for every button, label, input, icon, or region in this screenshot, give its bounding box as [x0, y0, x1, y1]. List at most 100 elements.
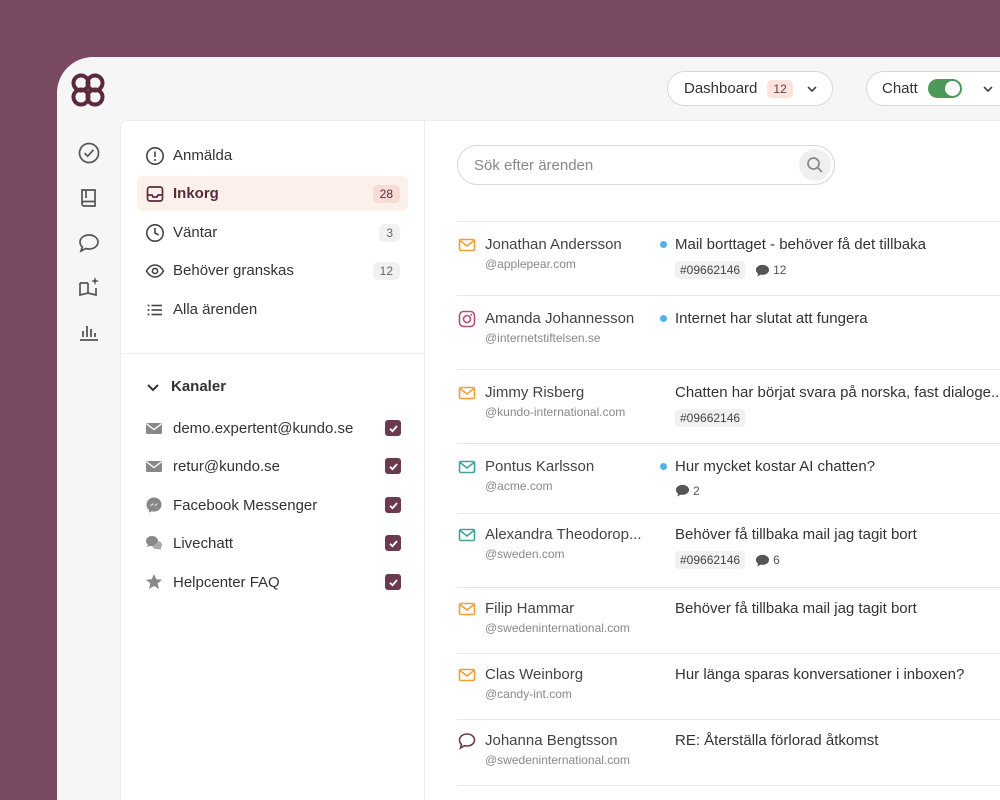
- channel-item[interactable]: Livechatt: [145, 529, 401, 557]
- ticket-tag: #09662146: [675, 551, 746, 569]
- ticket-customer-email: @applepear.com: [485, 257, 576, 271]
- ticket-customer-name: Clas Weinborg: [485, 666, 584, 683]
- ticket-meta: #09662146: [675, 409, 755, 427]
- divider: [121, 353, 424, 354]
- nav-item-label: Väntar: [173, 224, 218, 241]
- nav-item-label: Behöver granskas: [173, 262, 294, 279]
- ticket-row[interactable]: Amanda Johannesson @internetstiftelsen.s…: [457, 295, 1000, 369]
- nav-item-inkorg[interactable]: Inkorg 28: [137, 176, 408, 211]
- channel-label: Helpcenter FAQ: [173, 573, 280, 591]
- nav-count-badge: 12: [372, 261, 400, 280]
- channel-item[interactable]: Helpcenter FAQ: [145, 568, 401, 596]
- ticket-row[interactable]: Jonathan Andersson @applepear.com Mail b…: [457, 221, 1000, 295]
- ticket-customer-email: @acme.com: [485, 479, 553, 493]
- ticket-row[interactable]: [457, 785, 1000, 800]
- nav-count-badge: 28: [372, 184, 400, 203]
- book-icon[interactable]: [77, 186, 101, 210]
- ticket-customer-email: @swedeninternational.com: [485, 753, 630, 767]
- nav-count-badge: 3: [379, 223, 400, 242]
- ticket-customer-name: Jimmy Risberg: [485, 384, 585, 401]
- dashboard-dropdown[interactable]: Dashboard 12: [667, 71, 833, 106]
- ticket-row[interactable]: Alexandra Theodorop... @sweden.com Behöv…: [457, 513, 1000, 587]
- check-circle-icon[interactable]: [77, 141, 101, 165]
- mail-icon: [458, 668, 476, 682]
- search-input[interactable]: [474, 156, 774, 174]
- channel-checkbox[interactable]: [385, 497, 401, 513]
- message-count-value: 2: [693, 483, 700, 498]
- chevron-down-icon: [147, 383, 159, 391]
- ticket-customer-name: Alexandra Theodorop...: [485, 526, 642, 543]
- ticket-row[interactable]: Jimmy Risberg @kundo-international.com C…: [457, 369, 1000, 443]
- mail-icon: [458, 238, 476, 252]
- mail-teal-icon: [458, 528, 476, 542]
- chat-toggle[interactable]: [927, 79, 962, 98]
- ticket-subject: Mail borttaget - behöver få det tillbaka: [675, 236, 926, 253]
- inbox-icon: [146, 185, 164, 202]
- ticket-row[interactable]: Pontus Karlsson @acme.com Hur mycket kos…: [457, 443, 1000, 513]
- chat-bubble-icon: [458, 733, 476, 750]
- chat-bubble-icon[interactable]: [77, 231, 101, 255]
- star-icon: [146, 574, 162, 589]
- ticket-subject: Internet har slutat att fungera: [675, 310, 868, 327]
- message-count-value: 12: [773, 263, 787, 277]
- message-count: 2: [675, 483, 700, 498]
- envelope-icon: [146, 461, 162, 472]
- ticket-meta: #09662146 6: [675, 551, 780, 569]
- comment-icon: [756, 554, 770, 567]
- unread-indicator: [660, 463, 667, 470]
- ticket-meta: #09662146 12: [675, 261, 786, 279]
- chevron-down-icon: [983, 85, 993, 92]
- channel-item[interactable]: demo.expertent@kundo.se: [145, 414, 401, 442]
- channel-item[interactable]: Facebook Messenger: [145, 491, 401, 519]
- channel-item[interactable]: retur@kundo.se: [145, 452, 401, 480]
- ticket-tag: #09662146: [675, 261, 746, 279]
- ticket-customer-email: @kundo-international.com: [485, 405, 626, 419]
- channel-checkbox[interactable]: [385, 535, 401, 551]
- ticket-row[interactable]: Clas Weinborg @candy-int.com Hur länga s…: [457, 653, 1000, 719]
- topbar: Dashboard 12 Chatt: [57, 57, 1000, 121]
- channel-checkbox[interactable]: [385, 458, 401, 474]
- comment-icon: [675, 484, 690, 497]
- messenger-icon: [146, 497, 162, 513]
- alert-circle-icon: [146, 146, 164, 165]
- message-count: 6: [755, 553, 780, 568]
- ticket-subject: Behöver få tillbaka mail jag tagit bort: [675, 600, 917, 617]
- kundo-logo-icon[interactable]: [69, 71, 107, 109]
- ticket-subject: Behöver få tillbaka mail jag tagit bort: [675, 526, 917, 543]
- message-count: 12: [755, 263, 786, 278]
- ticket-customer-email: @candy-int.com: [485, 687, 572, 701]
- channel-checkbox[interactable]: [385, 420, 401, 436]
- eye-icon: [145, 263, 165, 278]
- bar-chart-icon[interactable]: [77, 320, 101, 344]
- app-window: Dashboard 12 Chatt Anmälda Inkorg 28 Vän…: [57, 57, 1000, 800]
- channel-label: Facebook Messenger: [173, 496, 318, 514]
- nav-item-alla-arenden[interactable]: Alla ärenden: [137, 292, 408, 327]
- icon-rail: [57, 121, 121, 800]
- nav-item-label: Inkorg: [173, 185, 219, 202]
- ticket-subject: Hur mycket kostar AI chatten?: [675, 458, 876, 475]
- chat-dropdown[interactable]: Chatt: [866, 71, 1000, 106]
- ticket-row[interactable]: Johanna Bengtsson @swedeninternational.c…: [457, 719, 1000, 785]
- ticket-list-area: Jonathan Andersson @applepear.com Mail b…: [425, 121, 1000, 800]
- search-button[interactable]: [799, 149, 831, 181]
- ticket-customer-email: @swedeninternational.com: [485, 621, 630, 635]
- message-count-value: 6: [773, 553, 780, 567]
- ticket-customer-name: Johanna Bengtsson: [485, 732, 618, 749]
- livechat-icon: [146, 536, 162, 550]
- mail-icon: [458, 386, 476, 400]
- sparkle-book-icon[interactable]: [77, 275, 101, 299]
- channel-checkbox[interactable]: [385, 574, 401, 590]
- nav-item-behover-granskas[interactable]: Behöver granskas 12: [137, 253, 408, 288]
- nav-item-anmalda[interactable]: Anmälda: [137, 138, 408, 173]
- nav-item-label: Anmälda: [173, 147, 233, 164]
- comment-icon: [756, 264, 770, 277]
- ticket-subject: RE: Återställa förlorad åtkomst: [675, 732, 879, 749]
- mail-teal-icon: [458, 460, 476, 474]
- list-icon: [147, 304, 162, 315]
- nav-item-vantar[interactable]: Väntar 3: [137, 215, 408, 250]
- unread-indicator: [660, 241, 667, 248]
- channels-header[interactable]: Kanaler: [145, 378, 226, 395]
- ticket-customer-name: Amanda Johannesson: [485, 310, 635, 327]
- chat-label: Chatt: [882, 80, 918, 97]
- ticket-row[interactable]: Filip Hammar @swedeninternational.com Be…: [457, 587, 1000, 653]
